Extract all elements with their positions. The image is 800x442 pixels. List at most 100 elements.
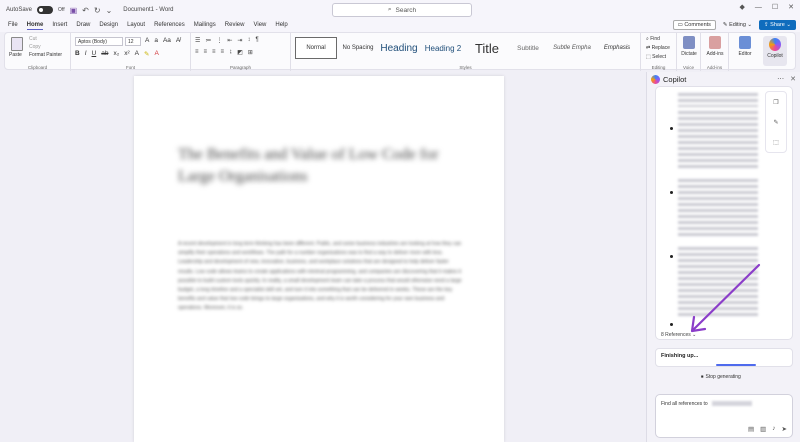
tab-layout[interactable]: Layout [127, 22, 145, 30]
attach-icon[interactable]: ▤ [748, 425, 754, 433]
autosave-toggle[interactable] [37, 6, 54, 14]
cut-button[interactable]: Cut [29, 36, 62, 42]
grow-font-icon[interactable]: A [145, 37, 149, 44]
tab-file[interactable]: File [8, 22, 18, 30]
stop-generating-button[interactable]: ⏹ Stop generating [701, 374, 741, 380]
save-icon[interactable]: ▣ [70, 6, 78, 15]
show-marks-icon[interactable]: ¶ [255, 37, 258, 44]
share-button[interactable]: ⇪ Share ⌄ [759, 20, 796, 30]
select-button[interactable]: ⬚ Select [646, 54, 670, 60]
bullets-icon[interactable]: ☰ [195, 37, 200, 44]
copy-icon[interactable]: ❐ [773, 99, 778, 106]
tab-review[interactable]: Review [225, 22, 245, 30]
insert-icon[interactable]: ⬚ [773, 139, 779, 146]
decrease-indent-icon[interactable]: ⇤ [227, 37, 232, 44]
change-case-icon[interactable]: Aa [163, 37, 171, 44]
editing-group-label: Editing [651, 65, 666, 70]
addins-icon [709, 36, 721, 49]
copilot-response-card: ❐ ✎ ⬚ 8 References ⌄ [655, 86, 793, 340]
addins-button[interactable]: Add-ins [703, 36, 727, 57]
style-heading-2[interactable]: Heading 2 [421, 37, 465, 59]
document-body[interactable]: A recent development in long term thinki… [178, 240, 462, 314]
redo-icon[interactable]: ↻ [94, 6, 101, 15]
format-painter-button[interactable]: Format Painter [29, 52, 62, 58]
send-icon[interactable]: ➤ [782, 425, 787, 433]
font-color-icon[interactable]: A [154, 50, 158, 58]
redacted-text [678, 93, 758, 107]
style-no-spacing[interactable]: No Spacing [339, 37, 377, 59]
document-page[interactable]: The Benefits and Value of Low Code for L… [134, 76, 504, 442]
tab-help[interactable]: Help [275, 22, 287, 30]
diamond-icon[interactable]: ◆ [739, 3, 744, 11]
paste-icon[interactable] [11, 37, 23, 51]
document-heading[interactable]: The Benefits and Value of Low Code for L… [178, 144, 458, 188]
subscript-icon[interactable]: x₂ [113, 50, 119, 58]
copilot-input[interactable]: Find all references to ▤ ▥ ♪ ➤ [655, 394, 793, 438]
replace-button[interactable]: ⇄ Replace [646, 45, 670, 51]
numbering-icon[interactable]: ≔ [205, 37, 211, 44]
more-options-icon[interactable]: ⋯ [777, 75, 784, 83]
tab-draw[interactable]: Draw [76, 22, 90, 30]
tab-mailings[interactable]: Mailings [194, 22, 216, 30]
find-button[interactable]: ⌕ Find [646, 36, 670, 42]
tab-design[interactable]: Design [99, 22, 118, 30]
font-name-select[interactable]: Aptos (Body) [75, 37, 123, 46]
shading-icon[interactable]: ◩ [237, 49, 243, 56]
customize-icon[interactable]: ⌄ [106, 6, 113, 15]
style-heading[interactable]: Heading [379, 37, 419, 59]
editor-button[interactable]: Editor [733, 36, 757, 57]
copilot-icon [769, 38, 781, 51]
voice-group: Dictate Voice [677, 33, 701, 71]
shrink-font-icon[interactable]: a [154, 37, 158, 44]
align-right-icon[interactable]: ≡ [212, 49, 216, 56]
style-emphasis[interactable]: Emphasis [597, 37, 637, 59]
maximize-icon[interactable]: ☐ [772, 3, 778, 11]
style-normal[interactable]: Normal [295, 37, 337, 59]
superscript-icon[interactable]: x² [124, 50, 129, 58]
search-input[interactable]: ⌕ Search [332, 3, 472, 17]
highlight-icon[interactable]: ✎ [144, 50, 149, 58]
paste-button[interactable]: Paste [9, 52, 22, 58]
references-toggle[interactable]: 8 References ⌄ [661, 332, 696, 338]
comments-button[interactable]: ▭ Comments [672, 20, 716, 30]
underline-icon[interactable]: U [92, 50, 97, 58]
copy-button[interactable]: Copy [29, 44, 62, 50]
borders-icon[interactable]: ⊞ [248, 49, 253, 56]
sort-icon[interactable]: ↕ [247, 37, 250, 44]
text-effects-icon[interactable]: A [135, 50, 139, 58]
justify-icon[interactable]: ≡ [221, 49, 225, 56]
prompts-icon[interactable]: ▥ [760, 425, 766, 433]
undo-icon[interactable]: ↶ [82, 6, 89, 15]
style-title[interactable]: Title [467, 37, 507, 59]
tab-home[interactable]: Home [26, 22, 44, 30]
stop-icon: ⏹ [701, 374, 704, 380]
clear-format-icon[interactable]: A̸ [176, 37, 180, 44]
increase-indent-icon[interactable]: ⇥ [237, 37, 242, 44]
close-pane-icon[interactable]: ✕ [790, 75, 796, 83]
multilevel-list-icon[interactable]: ⋮ [216, 37, 222, 44]
minimize-icon[interactable]: — [755, 4, 762, 11]
dictate-button[interactable]: Dictate [677, 36, 701, 57]
editing-group: ⌕ Find ⇄ Replace ⬚ Select Editing [641, 33, 677, 71]
copilot-ribbon-button[interactable]: Copilot [763, 36, 787, 66]
bold-icon[interactable]: B [75, 50, 80, 58]
tab-view[interactable]: View [253, 22, 266, 30]
editing-mode-button[interactable]: ✎ Editing ⌄ [720, 21, 755, 29]
align-center-icon[interactable]: ≡ [204, 49, 208, 56]
tab-insert[interactable]: Insert [52, 22, 67, 30]
microphone-icon[interactable]: ♪ [772, 425, 775, 433]
close-icon[interactable]: ✕ [788, 3, 794, 11]
style-subtle-emphasis[interactable]: Subtle Empha [549, 37, 595, 59]
progress-bar [716, 364, 756, 366]
italic-icon[interactable]: I [85, 50, 87, 58]
font-size-select[interactable]: 12 [125, 37, 141, 46]
edit-icon[interactable]: ✎ [773, 119, 778, 126]
replace-label: Replace [651, 45, 670, 51]
tab-references[interactable]: References [154, 22, 185, 30]
align-left-icon[interactable]: ≡ [195, 49, 199, 56]
style-subtitle[interactable]: Subtitle [509, 37, 547, 59]
font-group-label: Font [125, 65, 135, 70]
styles-group-label: Styles [459, 65, 472, 70]
line-spacing-icon[interactable]: ↨ [229, 49, 232, 56]
strikethrough-icon[interactable]: ab [101, 50, 108, 58]
